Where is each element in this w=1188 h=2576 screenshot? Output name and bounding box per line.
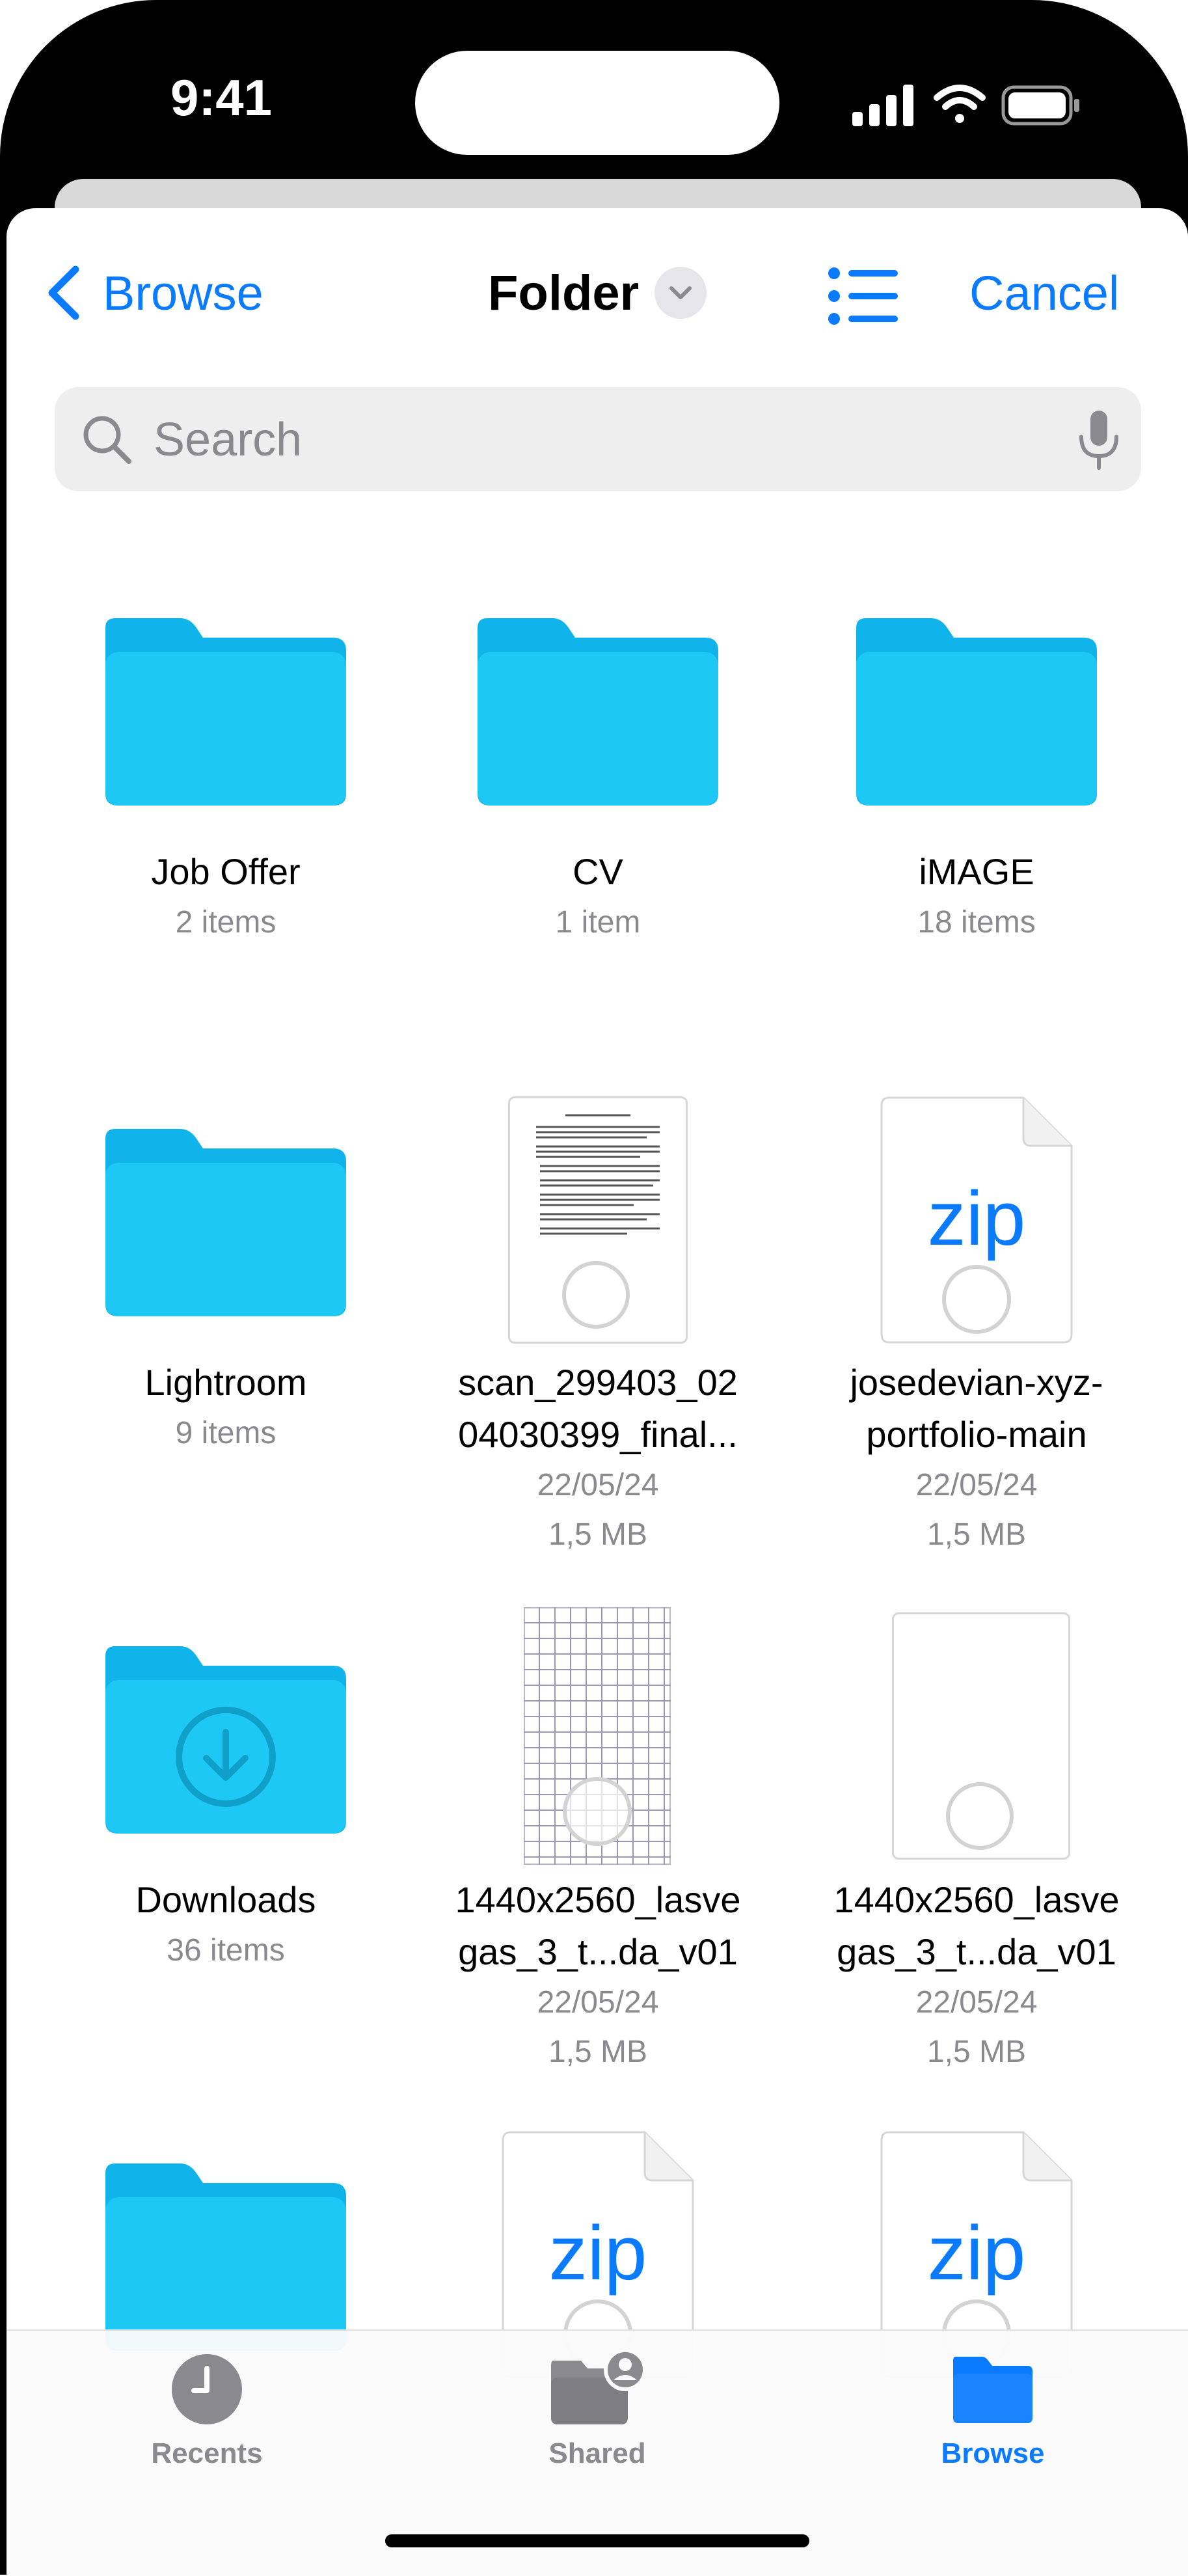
- browse-back-button[interactable]: Browse: [44, 260, 263, 325]
- folder-icon: [478, 618, 718, 806]
- item-name: CV: [573, 851, 623, 892]
- tab-shared[interactable]: Shared: [500, 2350, 695, 2470]
- item-meta: 1 item: [555, 905, 641, 940]
- item-name-line-1: josedevian-xyz-: [850, 1362, 1103, 1403]
- item-name-line-1: scan_299403_02: [458, 1362, 738, 1403]
- file-item-portfolio-zip[interactable]: zip josedevian-xyz- portfolio-main 22/05…: [794, 1096, 1159, 1560]
- loading-indicator: [946, 1782, 1014, 1850]
- folder-icon: [105, 1129, 346, 1316]
- folder-item-lightroom[interactable]: Lightroom 9 items: [44, 1096, 408, 1458]
- tab-label: Browse: [941, 2437, 1045, 2469]
- cancel-button[interactable]: Cancel: [969, 260, 1119, 325]
- item-meta: 9 items: [175, 1416, 277, 1450]
- chevron-down-icon: [655, 267, 707, 319]
- clock-icon: [172, 2354, 242, 2424]
- microphone-icon[interactable]: [1076, 408, 1122, 470]
- item-name-line-2: portfolio-main: [866, 1414, 1087, 1455]
- status-time: 9:41: [170, 69, 273, 126]
- search-input[interactable]: [152, 407, 1033, 473]
- battery-icon: [1001, 85, 1079, 126]
- document-thumbnail: [508, 1096, 688, 1344]
- cellular-signal-icon: [852, 85, 913, 126]
- back-label: Browse: [103, 265, 263, 320]
- navigation-bar: Browse Folder Cancel: [7, 208, 1188, 384]
- folder-icon: [105, 618, 346, 806]
- zip-badge: zip: [548, 2210, 647, 2296]
- item-name-line-1: 1440x2560_lasve: [455, 1879, 741, 1920]
- file-item-scan[interactable]: scan_299403_02 04030399_final... 22/05/2…: [416, 1096, 780, 1560]
- item-size: 1,5 MB: [926, 1517, 1027, 1552]
- item-name-line-2: 04030399_final...: [458, 1414, 738, 1455]
- zip-badge: zip: [927, 2210, 1026, 2296]
- loading-indicator: [562, 1261, 630, 1329]
- item-size: 1,5 MB: [926, 2035, 1027, 2069]
- folder-item-image[interactable]: iMAGE 18 items: [794, 586, 1159, 947]
- file-item-grid-image[interactable]: 1440x2560_lasve gas_3_t...da_v01 22/05/2…: [416, 1607, 780, 2077]
- tab-recents[interactable]: Recents: [109, 2350, 304, 2470]
- item-date: 22/05/24: [915, 1468, 1038, 1502]
- tab-label: Shared: [548, 2437, 646, 2469]
- folder-icon: [856, 618, 1097, 806]
- item-size: 1,5 MB: [548, 2035, 648, 2069]
- tab-label: Recents: [151, 2437, 263, 2469]
- item-date: 22/05/24: [537, 1468, 659, 1502]
- item-name: Downloads: [135, 1879, 316, 1920]
- home-indicator: [385, 2534, 809, 2547]
- item-name: Lightroom: [144, 1362, 307, 1403]
- zip-badge: zip: [927, 1176, 1026, 1262]
- downloads-folder-icon: [105, 1646, 346, 1834]
- wifi-icon: [934, 85, 986, 123]
- status-icons: [852, 85, 1079, 126]
- item-size: 1,5 MB: [548, 1517, 648, 1552]
- item-date: 22/05/24: [537, 1985, 659, 2020]
- item-meta: 2 items: [175, 905, 277, 940]
- folder-item-cv[interactable]: CV 1 item: [416, 586, 780, 947]
- search-icon: [83, 416, 131, 464]
- dynamic-island: [415, 51, 779, 155]
- tab-browse[interactable]: Browse: [895, 2350, 1090, 2470]
- folder-title-menu[interactable]: Folder: [488, 260, 707, 325]
- item-name-line-2: gas_3_t...da_v01: [458, 1931, 738, 1972]
- file-browser-sheet: Browse Folder Cancel Search Job Offer 2 …: [7, 208, 1188, 2575]
- image-thumbnail: [892, 1612, 1070, 1860]
- shared-folder-icon: [551, 2350, 646, 2424]
- item-meta: 36 items: [167, 1933, 285, 1968]
- item-date: 22/05/24: [915, 1985, 1038, 2020]
- item-name: iMAGE: [919, 851, 1034, 892]
- folder-item-downloads[interactable]: Downloads 36 items: [44, 1614, 408, 1975]
- item-name-line-2: gas_3_t...da_v01: [837, 1931, 1116, 1972]
- chevron-left-icon: [48, 265, 79, 320]
- item-name-line-1: 1440x2560_lasve: [833, 1879, 1120, 1920]
- folder-icon: [105, 2163, 346, 2351]
- folder-icon: [953, 2357, 1033, 2423]
- page-title: Folder: [488, 265, 640, 321]
- folder-item-job-offer[interactable]: Job Offer 2 items: [44, 586, 408, 947]
- grid-image-thumbnail: [524, 1607, 671, 1865]
- item-meta: 18 items: [917, 905, 1036, 940]
- status-bar: 9:41: [0, 0, 1188, 195]
- list-view-icon[interactable]: [828, 267, 899, 325]
- item-name: Job Offer: [151, 851, 301, 892]
- file-item-blank-image[interactable]: 1440x2560_lasve gas_3_t...da_v01 22/05/2…: [794, 1612, 1159, 2077]
- search-bar: [55, 387, 1141, 491]
